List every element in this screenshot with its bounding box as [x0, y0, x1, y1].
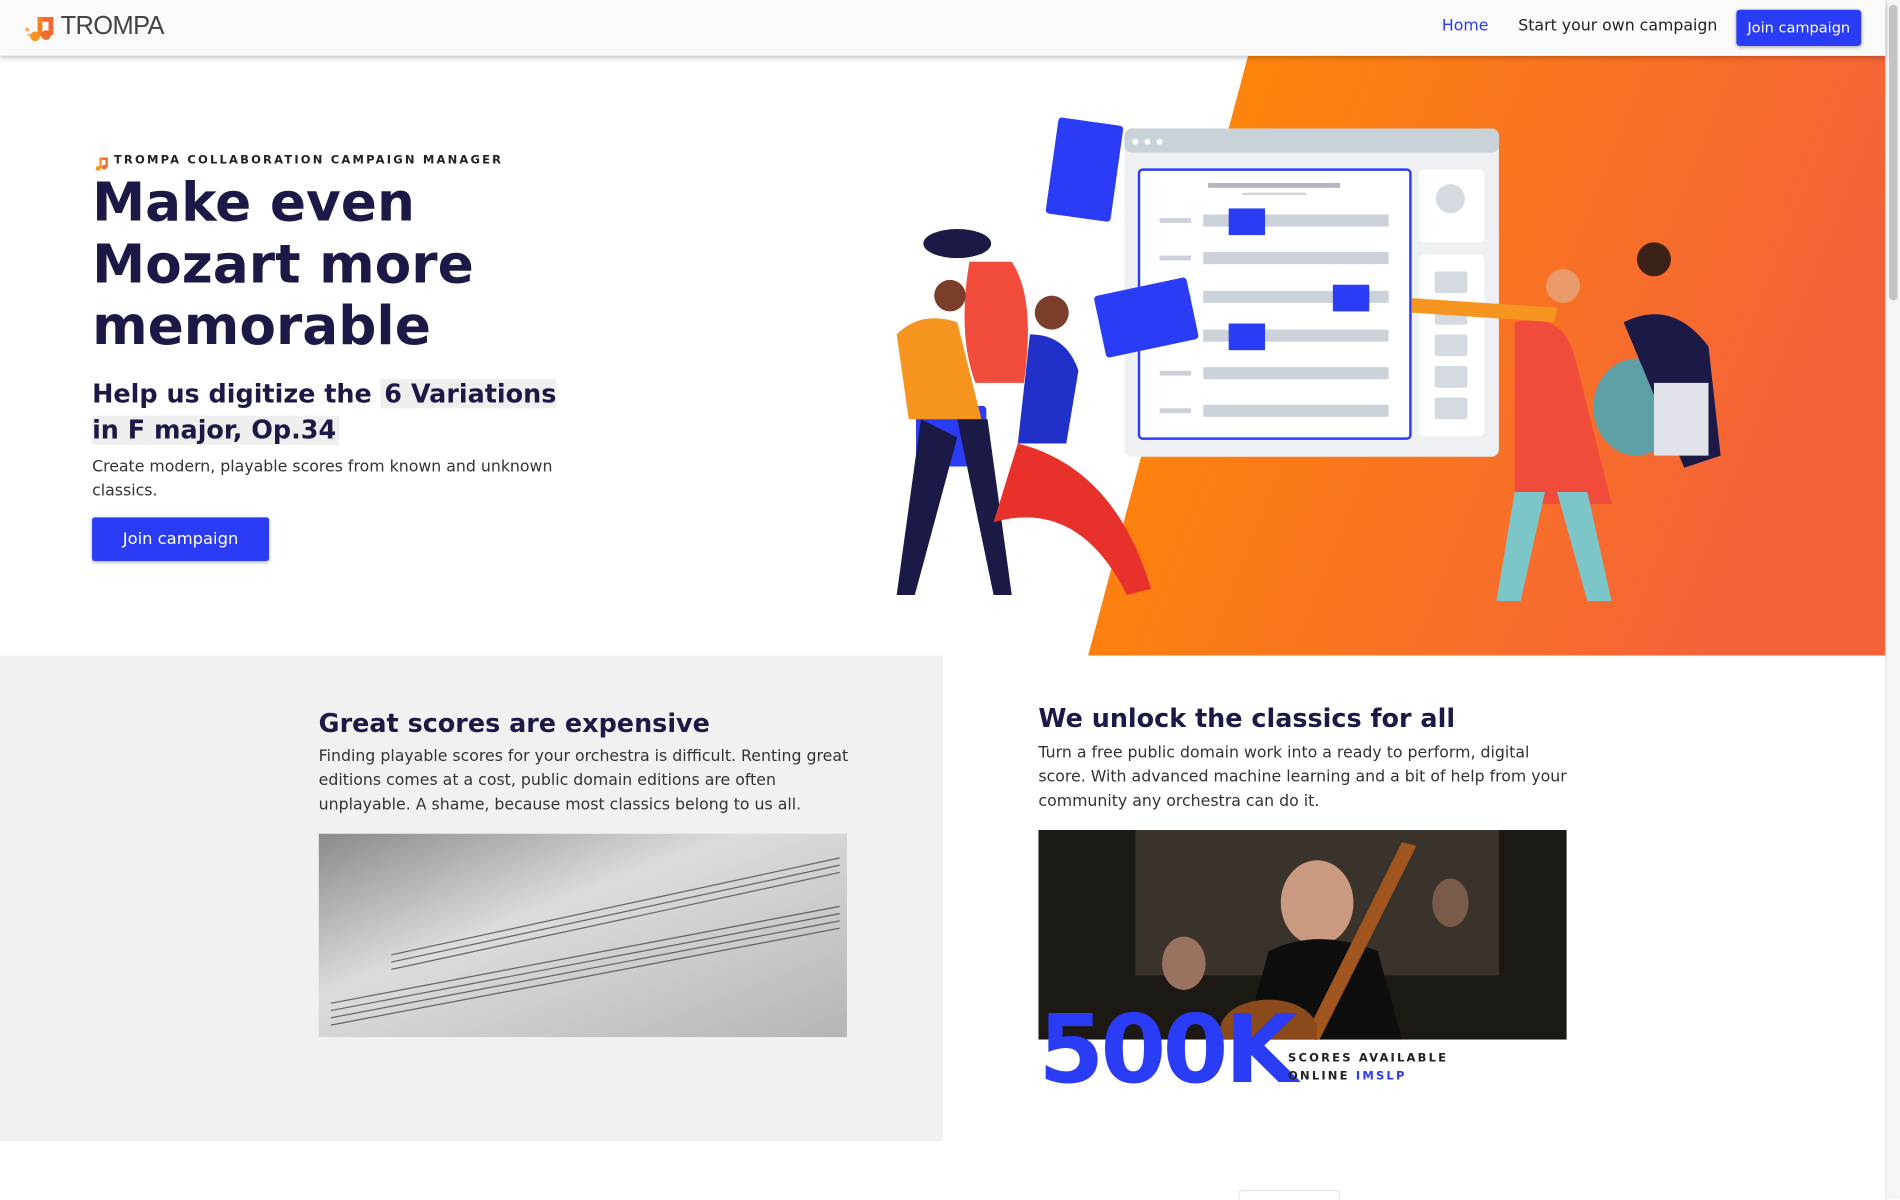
feature-expensive-section: Great scores are expensive Finding playa…	[0, 655, 943, 1142]
hero-title: Make even Mozart more memorable	[92, 172, 474, 358]
stat-label-line2: ONLINE	[1288, 1069, 1350, 1084]
subtitle-prefix: Help us digitize the	[92, 379, 372, 409]
stat-value: 500K	[1038, 996, 1298, 1106]
trompa-logo-icon[interactable]	[24, 16, 56, 48]
brand-name[interactable]: TROMPA	[61, 12, 165, 41]
next-section-card	[1238, 1189, 1341, 1200]
imslp-link[interactable]: IMSLP	[1356, 1070, 1407, 1083]
hero-eyebrow: TROMPA COLLABORATION CAMPAIGN MANAGER	[113, 153, 504, 168]
scrollbar-thumb[interactable]	[1889, 4, 1898, 301]
feature-title: We unlock the classics for all	[1038, 703, 1456, 734]
hero-join-campaign-button[interactable]: Join campaign	[92, 517, 269, 562]
stat-label: SCORES AVAILABLE ONLINE IMSLP	[1288, 1049, 1448, 1085]
nav-home-link[interactable]: Home	[1442, 17, 1489, 35]
feature-text: Turn a free public domain work into a re…	[1038, 743, 1567, 811]
hero-subtitle: Help us digitize the 6 Variations in F m…	[92, 376, 577, 449]
feature-title: Great scores are expensive	[318, 708, 710, 738]
nav-start-campaign-link[interactable]: Start your own campaign	[1518, 17, 1717, 35]
sheet-music-photo	[318, 833, 847, 1038]
top-navbar: TROMPA Home Start your own campaign Join…	[0, 0, 1886, 56]
feature-text: Finding playable scores for your orchest…	[318, 747, 849, 815]
stat-label-line1: SCORES AVAILABLE	[1288, 1051, 1449, 1066]
hero-description: Create modern, playable scores from know…	[92, 458, 553, 501]
nav-join-campaign-button[interactable]: Join campaign	[1736, 9, 1862, 47]
